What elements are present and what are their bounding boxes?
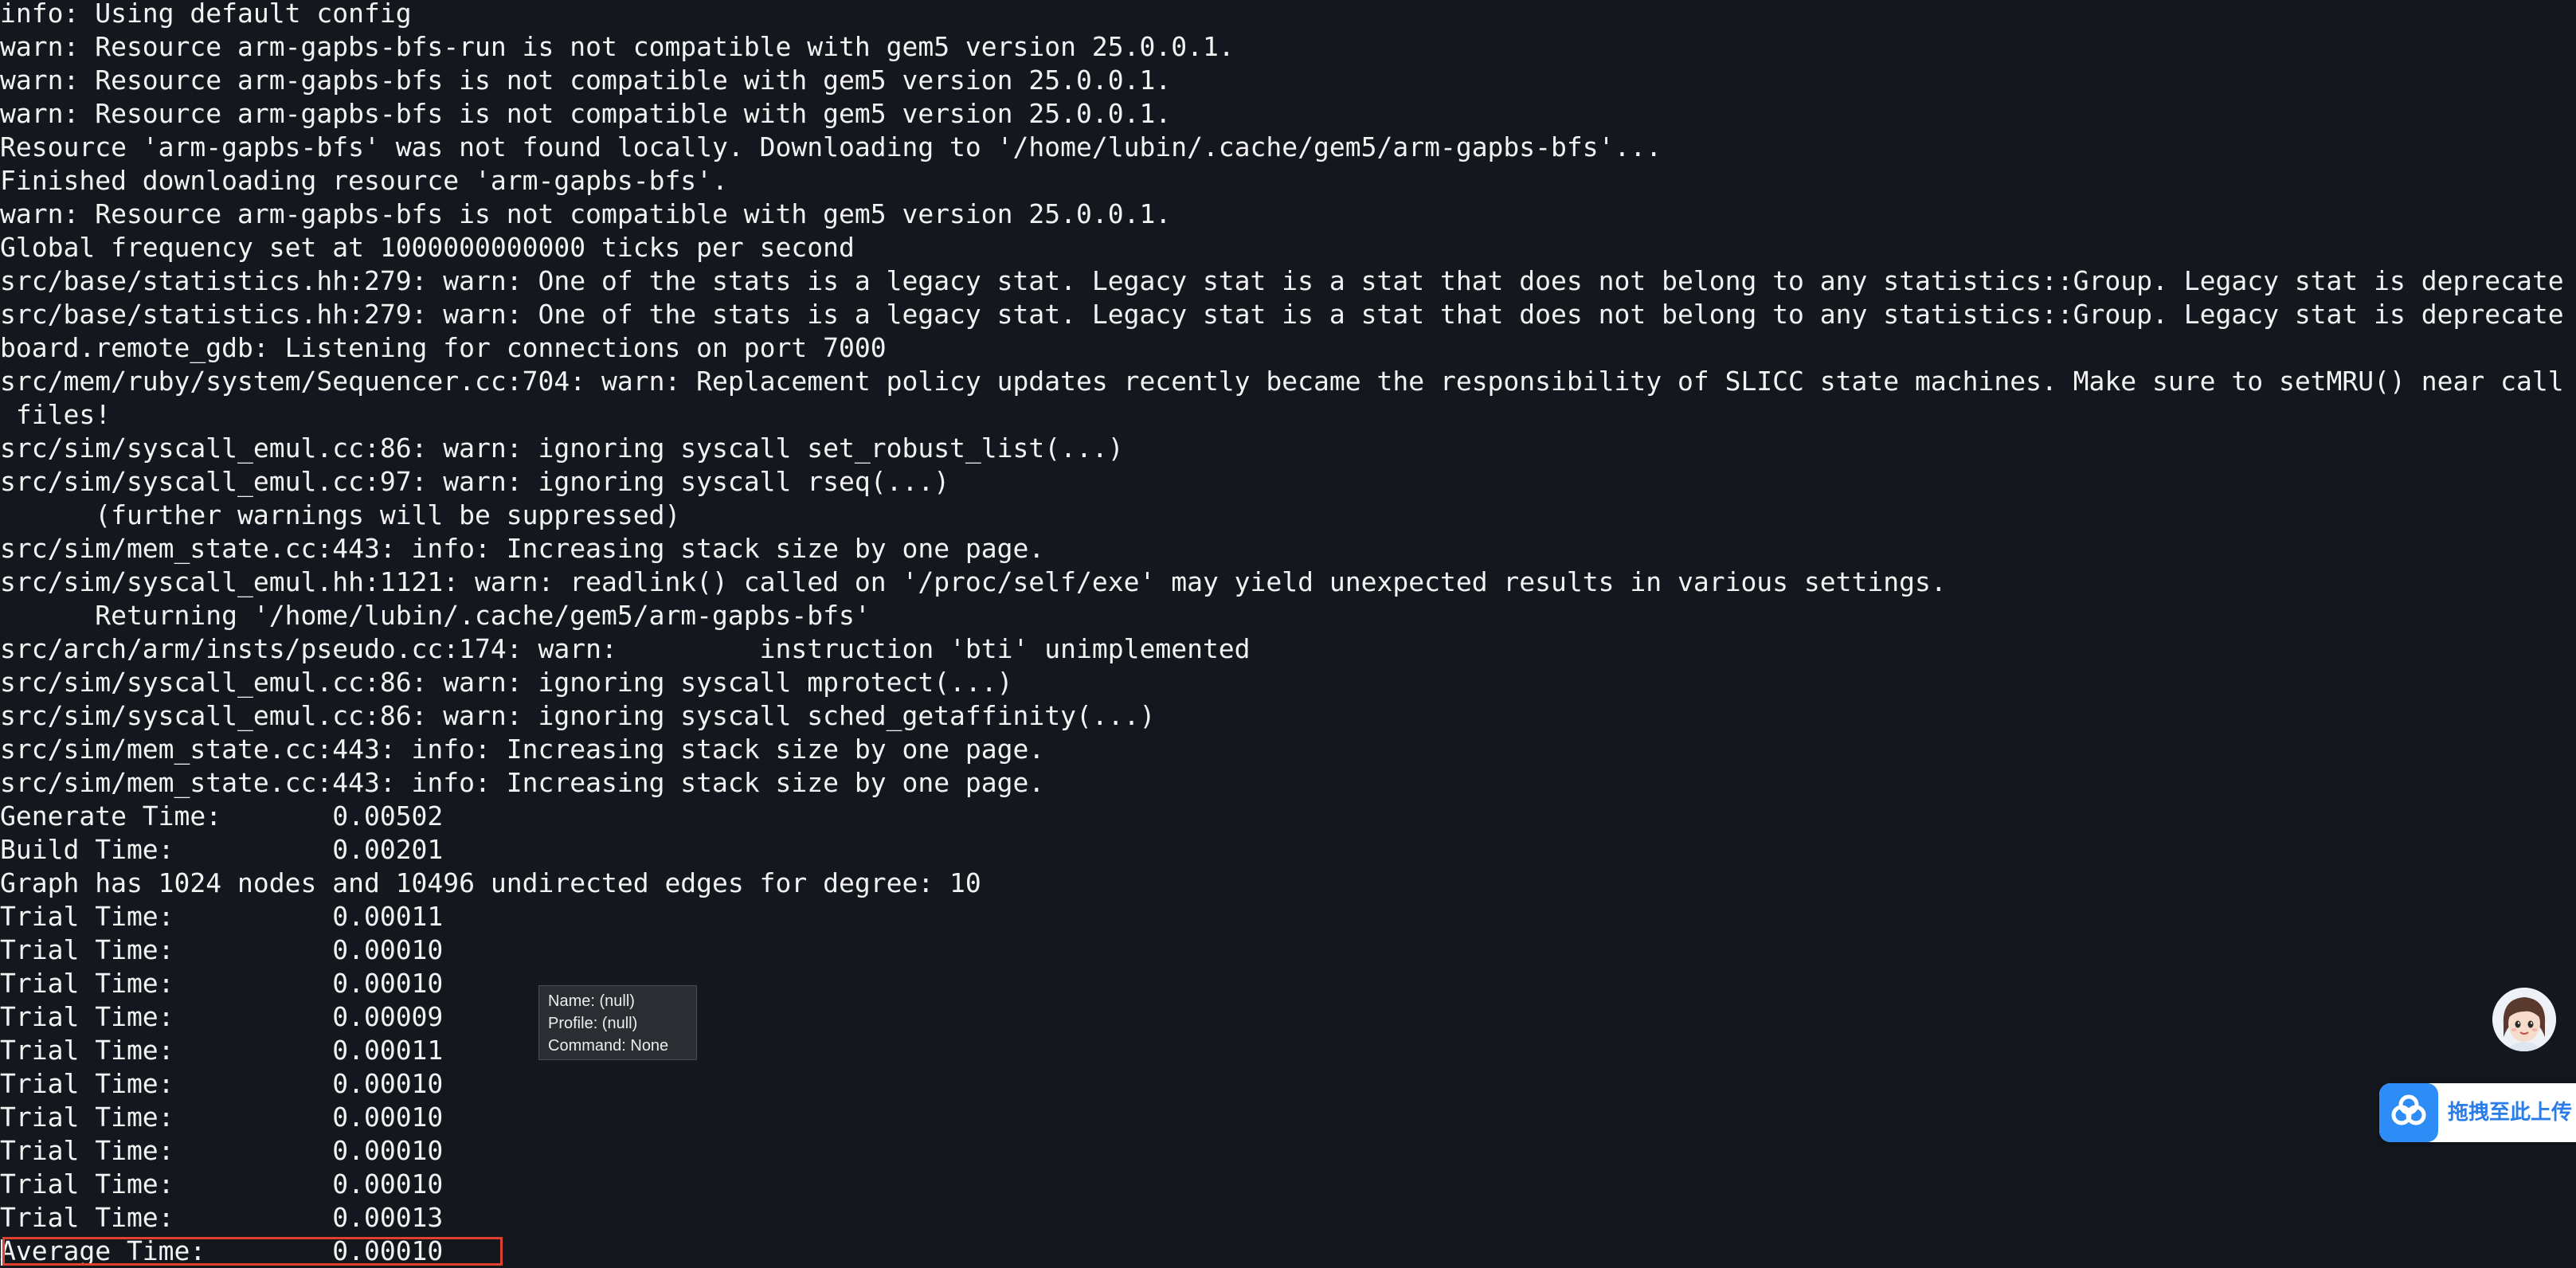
terminal-line: src/sim/syscall_emul.cc:86: warn: ignori… (0, 432, 1124, 464)
terminal-line: Trial Time: 0.00010 (0, 968, 444, 999)
terminal-line: Global frequency set at 1000000000000 ti… (0, 232, 855, 263)
terminal-line: src/sim/syscall_emul.hh:1121: warn: read… (0, 566, 1947, 597)
terminal-line: src/sim/mem_state.cc:443: info: Increasi… (0, 767, 1045, 798)
terminal-line: warn: Resource arm-gapbs-bfs is not comp… (0, 98, 1172, 129)
terminal-line: Returning '/home/lubin/.cache/gem5/arm-g… (0, 600, 871, 631)
terminal-line: Build Time: 0.00201 (0, 834, 444, 865)
terminal-line: Trial Time: 0.00010 (0, 934, 444, 965)
terminal-line: Trial Time: 0.00009 (0, 1001, 444, 1032)
terminal-line: Graph has 1024 nodes and 10496 undirecte… (0, 867, 981, 898)
terminal-line: src/base/statistics.hh:279: warn: One of… (0, 299, 2564, 330)
terminal-line: Trial Time: 0.00010 (0, 1068, 444, 1099)
terminal-line: Trial Time: 0.00013 (0, 1202, 444, 1233)
terminal-line: Trial Time: 0.00011 (0, 901, 444, 932)
terminal-line: src/sim/syscall_emul.cc:86: warn: ignori… (0, 667, 1013, 698)
tooltip-command: Command: None (548, 1037, 669, 1055)
terminal-line: Resource 'arm-gapbs-bfs' was not found l… (0, 131, 1662, 162)
terminal-window[interactable]: info: Using default config warn: Resource… (0, 0, 2576, 1268)
terminal-line: Trial Time: 0.00010 (0, 1135, 444, 1166)
upload-label: 拖拽至此上传 (2448, 1101, 2573, 1125)
terminal-line: Generate Time: 0.00502 (0, 800, 444, 832)
terminal-line: files! (0, 399, 112, 430)
terminal-line: warn: Resource arm-gapbs-bfs is not comp… (0, 65, 1172, 96)
terminal-line: src/sim/mem_state.cc:443: info: Increasi… (0, 734, 1045, 765)
upload-drop-widget[interactable]: 拖拽至此上传 (2379, 1083, 2576, 1142)
terminal-line: Finished downloading resource 'arm-gapbs… (0, 165, 728, 196)
terminal-line: Trial Time: 0.00010 (0, 1168, 444, 1200)
terminal-output: info: Using default config warn: Resource… (0, 0, 2564, 1268)
terminal-line: src/mem/ruby/system/Sequencer.cc:704: wa… (0, 366, 2564, 397)
terminal-line: src/sim/syscall_emul.cc:86: warn: ignori… (0, 700, 1156, 731)
tooltip-profile: Profile: (null) (548, 1015, 638, 1032)
terminal-line: Trial Time: 0.00010 (0, 1102, 444, 1133)
terminal-line: (further warnings will be suppressed) (0, 499, 681, 530)
terminal-line: src/arch/arm/insts/pseudo.cc:174: warn: … (0, 633, 1251, 664)
cloud-upload-icon (2379, 1083, 2438, 1142)
terminal-line: Trial Time: 0.00011 (0, 1035, 444, 1066)
text-cursor (1, 1239, 2, 1266)
terminal-line: src/sim/mem_state.cc:443: info: Increasi… (0, 533, 1045, 564)
terminal-line: info: Using default config (0, 0, 412, 29)
tooltip-panel: Name: (null) Profile: (null) Command: No… (538, 985, 697, 1060)
terminal-line: src/base/statistics.hh:279: warn: One of… (0, 265, 2564, 296)
tooltip-name: Name: (null) (548, 992, 635, 1010)
terminal-line: warn: Resource arm-gapbs-bfs-run is not … (0, 31, 1235, 62)
terminal-line: board.remote_gdb: Listening for connecti… (0, 332, 887, 363)
terminal-line: warn: Resource arm-gapbs-bfs is not comp… (0, 198, 1172, 229)
assistant-avatar-icon[interactable] (2492, 988, 2556, 1051)
terminal-line: src/sim/syscall_emul.cc:97: warn: ignori… (0, 466, 950, 497)
average-time-highlight-box (2, 1237, 503, 1266)
